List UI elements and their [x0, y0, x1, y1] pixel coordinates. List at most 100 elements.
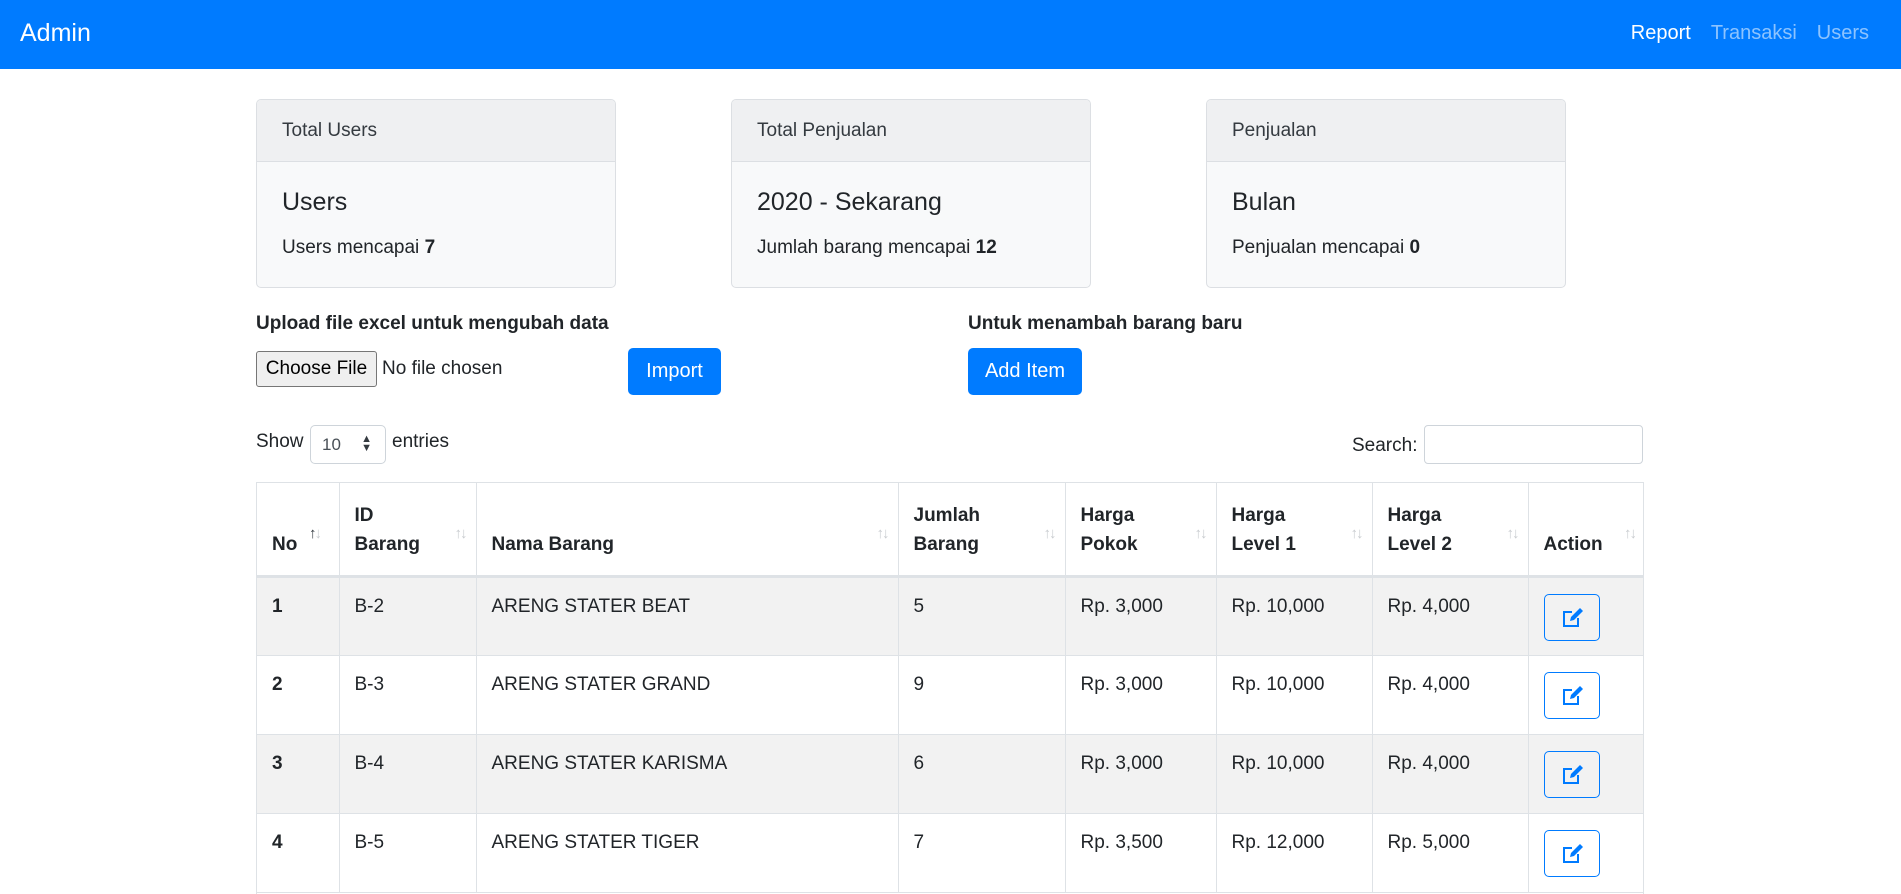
cell-id-barang: B-4 — [338, 733, 477, 814]
sort-icon: ↑↓ — [1350, 524, 1364, 542]
edit-button[interactable] — [1543, 593, 1600, 641]
choose-file-button[interactable]: Choose File — [256, 351, 377, 387]
entries-select[interactable]: 10 ▲ ▼ — [310, 425, 386, 464]
table-row: 4 B-5 ARENG STATER TIGER 7 Rp. 3,500 Rp.… — [257, 812, 1643, 893]
cell-jumlah-barang: 7 — [897, 812, 1066, 893]
column-header-line1: Harga — [1080, 504, 1135, 526]
column-header-line2: Level 2 — [1387, 533, 1452, 555]
column-header-no[interactable]: No ↑↓ — [257, 483, 340, 578]
cell-harga-level-1: Rp. 10,000 — [1215, 575, 1373, 656]
cell-action — [1527, 654, 1643, 735]
cell-no: 1 — [257, 575, 340, 656]
edit-icon — [1562, 843, 1583, 863]
add-item-label: Untuk menambah barang baru — [968, 313, 1243, 334]
import-button[interactable]: Import — [628, 348, 721, 395]
column-header-line1: Harga — [1387, 504, 1442, 526]
cell-nama-barang: ARENG STATER KARISMA — [475, 733, 899, 814]
edit-icon — [1562, 607, 1583, 627]
edit-button[interactable] — [1543, 829, 1600, 877]
card-text: Jumlah barang mencapai 12 — [757, 237, 997, 259]
search-label: Search: — [1352, 435, 1418, 456]
sort-ascending-icon: ↑↓ — [309, 524, 322, 542]
card-header: Total Users — [257, 100, 615, 162]
column-header-line2: Pokok — [1080, 533, 1138, 555]
column-header-jumlah-barang[interactable]: Jumlah Barang ↑↓ — [897, 483, 1066, 578]
card-header: Penjualan — [1207, 100, 1565, 162]
cell-no: 3 — [257, 733, 340, 814]
column-header-line1: ID — [354, 504, 374, 526]
cell-nama-barang: ARENG STATER GRAND — [475, 654, 899, 735]
column-header-line2: Barang — [913, 533, 979, 555]
card-title: Bulan — [1232, 188, 1296, 216]
edit-button[interactable] — [1543, 750, 1600, 798]
navbar: Admin Report Transaksi Users — [0, 0, 1901, 69]
cell-harga-pokok: Rp. 3,500 — [1064, 812, 1217, 893]
cell-harga-pokok: Rp. 3,000 — [1064, 733, 1217, 814]
card-text-label: Penjualan mencapai — [1232, 237, 1410, 258]
column-header-id-barang[interactable]: ID Barang ↑↓ — [338, 483, 477, 578]
cell-harga-pokok: Rp. 3,000 — [1064, 575, 1217, 656]
cell-harga-level-2: Rp. 4,000 — [1371, 575, 1529, 656]
sort-icon: ↑↓ — [1194, 524, 1208, 542]
entries-value: 10 — [322, 435, 341, 454]
entries-label: entries — [392, 431, 450, 452]
cell-nama-barang: ARENG STATER BEAT — [475, 575, 899, 656]
card-text: Users mencapai 7 — [282, 237, 435, 259]
search-input[interactable] — [1424, 425, 1643, 464]
cell-id-barang: B-3 — [338, 654, 477, 735]
column-header-line1: Harga — [1231, 504, 1286, 526]
cell-harga-level-2: Rp. 4,000 — [1371, 733, 1529, 814]
items-table: No ↑↓ ID Barang ↑↓ Nama Barang ↑↓ Jumlah Bara… — [256, 482, 1644, 894]
card-title: 2020 - Sekarang — [757, 188, 942, 216]
table-row: 1 B-2 ARENG STATER BEAT 5 Rp. 3,000 Rp. … — [257, 575, 1643, 656]
table-row: 3 B-4 ARENG STATER KARISMA 6 Rp. 3,000 R… — [257, 733, 1643, 814]
card-text-label: Users mencapai — [282, 237, 425, 258]
card-total-users: Total Users Users Users mencapai 7 — [256, 99, 616, 288]
cell-nama-barang: ARENG STATER TIGER — [475, 812, 899, 893]
show-label: Show — [256, 431, 304, 452]
card-penjualan: Penjualan Bulan Penjualan mencapai 0 — [1206, 99, 1566, 288]
nav-link-transaksi[interactable]: Transaksi — [1711, 22, 1797, 45]
cell-id-barang: B-2 — [338, 575, 477, 656]
add-item-button[interactable]: Add Item — [968, 348, 1082, 395]
sort-icon: ↑↓ — [454, 524, 468, 542]
cell-action — [1527, 812, 1643, 893]
edit-icon — [1562, 764, 1583, 784]
sort-icon: ↑↓ — [1624, 524, 1637, 542]
cell-harga-level-2: Rp. 5,000 — [1371, 812, 1529, 893]
cell-harga-pokok: Rp. 3,000 — [1064, 654, 1217, 735]
column-header-line2: Barang — [354, 533, 420, 555]
nav-link-report[interactable]: Report — [1631, 22, 1691, 45]
nav-links: Report Transaksi Users — [1631, 22, 1869, 45]
cell-harga-level-1: Rp. 10,000 — [1215, 733, 1373, 814]
nav-link-users[interactable]: Users — [1817, 22, 1869, 45]
column-header-nama-barang[interactable]: Nama Barang ↑↓ — [475, 483, 899, 578]
cell-no: 4 — [257, 812, 340, 893]
column-header-action[interactable]: Action ↑↓ — [1527, 483, 1643, 578]
cell-harga-level-1: Rp. 12,000 — [1215, 812, 1373, 893]
card-title: Users — [282, 188, 348, 216]
select-arrows-icon: ▲ ▼ — [361, 433, 372, 454]
card-header: Total Penjualan — [732, 100, 1090, 162]
cell-harga-level-2: Rp. 4,000 — [1371, 654, 1529, 735]
card-value: 7 — [424, 237, 436, 258]
sort-icon: ↑↓ — [1043, 524, 1057, 542]
table-row: 2 B-3 ARENG STATER GRAND 9 Rp. 3,000 Rp.… — [257, 654, 1643, 735]
cell-jumlah-barang: 9 — [897, 654, 1066, 735]
edit-button[interactable] — [1543, 671, 1600, 719]
column-header-harga-level-2[interactable]: Harga Level 2 ↑↓ — [1371, 483, 1529, 578]
column-header-line1: Jumlah — [913, 504, 981, 526]
sort-icon: ↑↓ — [1506, 524, 1520, 542]
cell-harga-level-1: Rp. 10,000 — [1215, 654, 1373, 735]
card-text: Penjualan mencapai 0 — [1232, 237, 1420, 259]
navbar-brand[interactable]: Admin — [20, 19, 91, 48]
table-header-row: No ↑↓ ID Barang ↑↓ Nama Barang ↑↓ Jumlah Bara… — [257, 483, 1643, 578]
file-status: No file chosen — [382, 358, 503, 379]
card-text-label: Jumlah barang mencapai — [757, 237, 976, 258]
card-value: 12 — [975, 237, 997, 258]
card-total-penjualan: Total Penjualan 2020 - Sekarang Jumlah b… — [731, 99, 1091, 288]
column-header-harga-level-1[interactable]: Harga Level 1 ↑↓ — [1215, 483, 1373, 578]
column-header-harga-pokok[interactable]: Harga Pokok ↑↓ — [1064, 483, 1217, 578]
card-value: 0 — [1409, 237, 1421, 258]
upload-label: Upload file excel untuk mengubah data — [256, 313, 609, 334]
